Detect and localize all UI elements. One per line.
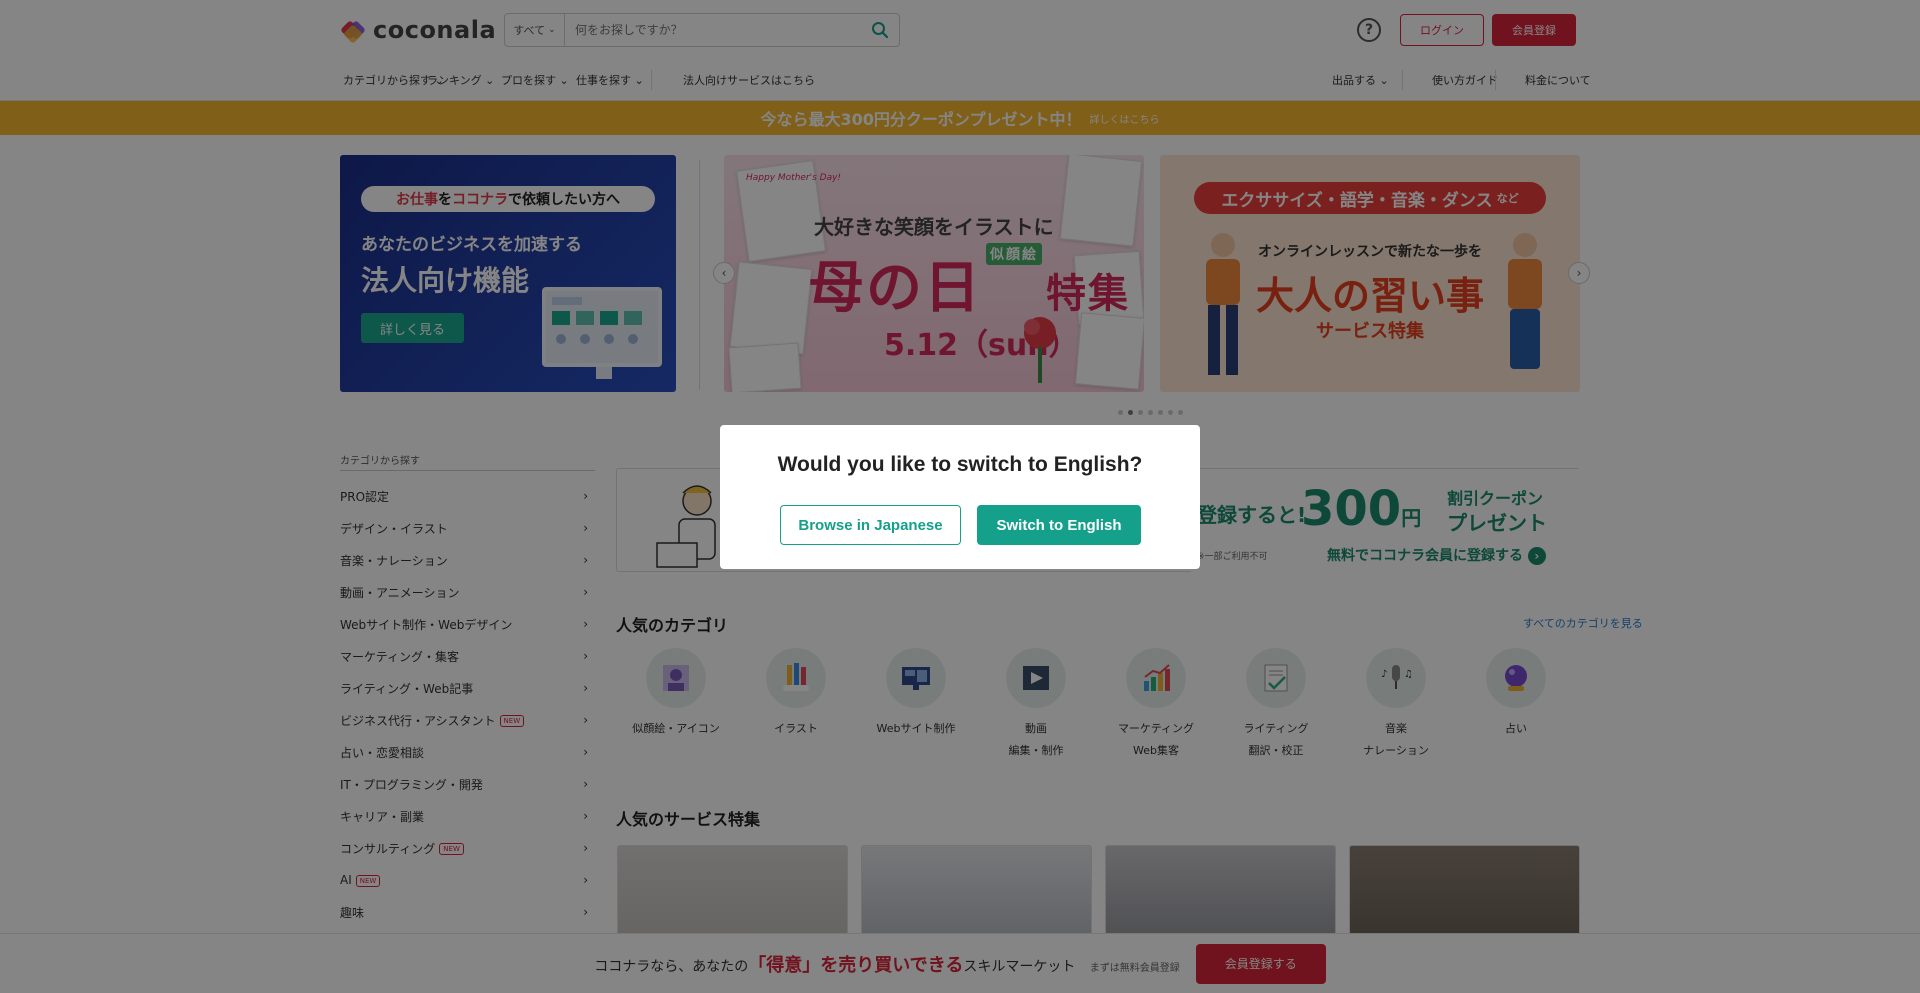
- browse-japanese-button[interactable]: Browse in Japanese: [780, 505, 961, 545]
- language-switch-modal: Would you like to switch to English? Bro…: [720, 425, 1200, 569]
- switch-english-button[interactable]: Switch to English: [977, 505, 1141, 545]
- modal-title: Would you like to switch to English?: [777, 453, 1143, 476]
